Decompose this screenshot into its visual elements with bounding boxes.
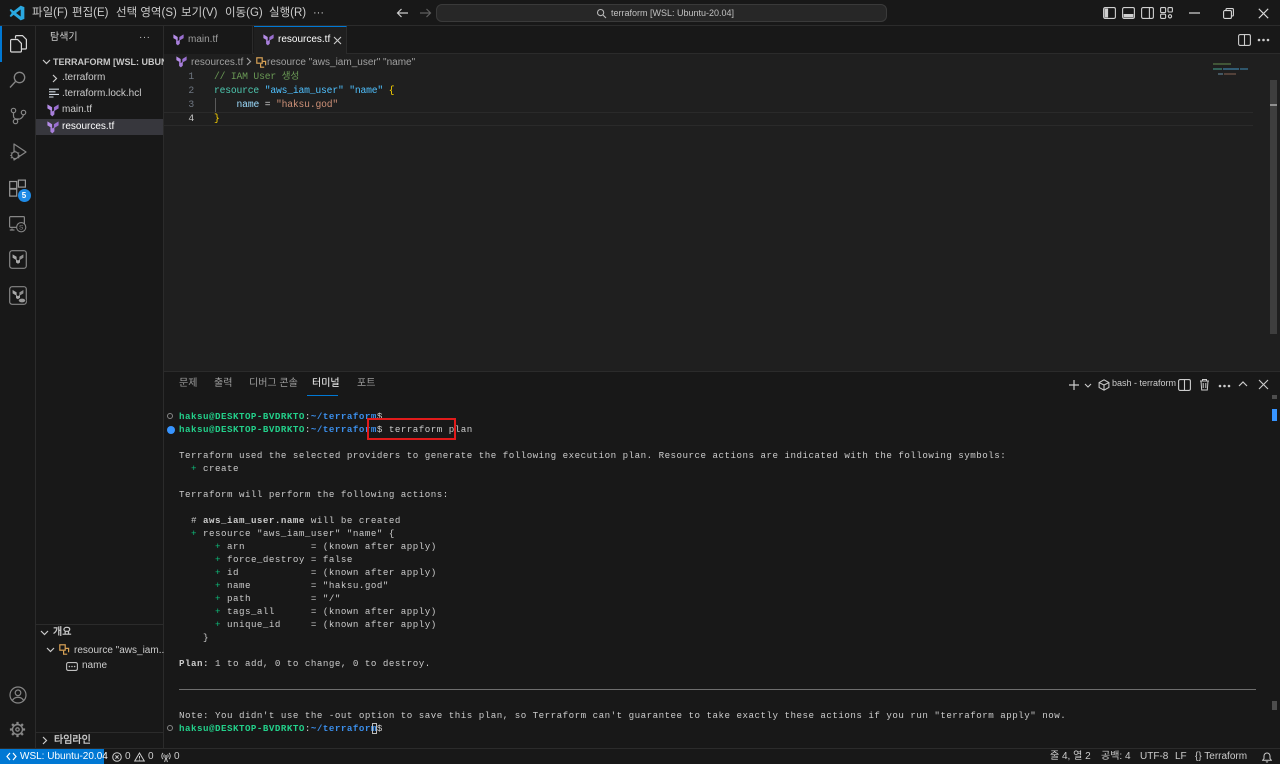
svg-text:S: S xyxy=(19,225,24,232)
